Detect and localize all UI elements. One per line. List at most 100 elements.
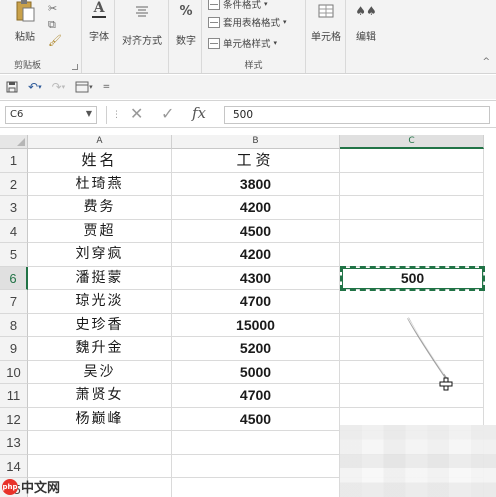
row-header[interactable]: 14 — [0, 454, 28, 478]
cell-a13[interactable] — [28, 431, 172, 455]
alignment-button[interactable]: 对齐方式 — [119, 0, 165, 47]
ribbon-group-font: A 字体 — [82, 0, 115, 73]
row-header[interactable]: 10 — [0, 360, 28, 384]
cell-styles-label: 单元格样式 — [223, 39, 271, 50]
cell-c7[interactable] — [340, 290, 484, 314]
table-format-icon — [208, 16, 220, 28]
editing-button[interactable]: ♠♠ 编辑 — [348, 0, 384, 43]
cell-a6[interactable]: 潘挺蒙 — [28, 266, 172, 290]
number-button[interactable]: % 数字 — [172, 0, 200, 48]
watermark-text: 中文网 — [21, 481, 61, 496]
cell-styles-button[interactable]: 单元格样式 ▾ — [208, 35, 277, 51]
column-header-c[interactable]: C — [340, 135, 484, 149]
row-header[interactable]: 7 — [0, 290, 28, 314]
cancel-icon[interactable]: ✕ — [130, 104, 143, 123]
row-header[interactable]: 13 — [0, 431, 28, 455]
name-box-value: C6 — [10, 109, 24, 120]
cell-c10[interactable] — [340, 360, 484, 384]
cell-c1[interactable] — [340, 149, 484, 173]
paste-icon — [14, 0, 36, 22]
cell-a8[interactable]: 史珍香 — [28, 313, 172, 337]
enter-icon[interactable]: ✓ — [161, 104, 174, 123]
cell-b1[interactable]: 工资 — [172, 149, 340, 173]
row-header[interactable]: 2 — [0, 172, 28, 196]
cell-c8[interactable] — [340, 313, 484, 337]
column-header-a[interactable]: A — [28, 135, 172, 149]
clipboard-launcher-icon[interactable] — [72, 64, 78, 70]
cell-c5[interactable] — [340, 243, 484, 267]
row-header[interactable]: 11 — [0, 384, 28, 408]
cell-c3[interactable] — [340, 196, 484, 220]
cell-c11[interactable] — [340, 384, 484, 408]
dots-icon: ⋮ — [112, 110, 121, 120]
ribbon-group-clipboard: 粘贴 ✂ ⧉ 🖌 剪贴板 — [0, 0, 82, 73]
font-button[interactable]: A 字体 — [85, 0, 113, 43]
cell-a10[interactable]: 吴沙 — [28, 360, 172, 384]
row-header[interactable]: 4 — [0, 219, 28, 243]
cell-a12[interactable]: 杨巅峰 — [28, 407, 172, 431]
cell-b4[interactable]: 4500 — [172, 219, 340, 243]
formula-input[interactable]: 500 — [224, 106, 490, 124]
cell-a3[interactable]: 费务 — [28, 196, 172, 220]
save-icon[interactable] — [6, 81, 18, 93]
formula-bar: C6 ▼ ⋮ ✕ ✓ fx 500 — [0, 100, 496, 128]
row-header[interactable]: 5 — [0, 243, 28, 267]
form-icon[interactable]: ▾ — [75, 81, 93, 93]
ribbon-group-cells: 单元格 — [306, 0, 346, 73]
cell-a2[interactable]: 杜琦燕 — [28, 172, 172, 196]
row-header[interactable]: 8 — [0, 313, 28, 337]
name-box[interactable]: C6 ▼ — [5, 106, 97, 124]
ribbon-group-editing: ♠♠ 编辑 — [346, 0, 386, 73]
cell-b6[interactable]: 4300 — [172, 266, 340, 290]
cell-a1[interactable]: 姓名 — [28, 149, 172, 173]
row-header[interactable]: 12 — [0, 407, 28, 431]
cut-icon[interactable]: ✂ — [48, 2, 57, 15]
conditional-format-button[interactable]: 条件格式 ▾ — [208, 0, 268, 12]
cell-a7[interactable]: 琼光淡 — [28, 290, 172, 314]
cell-b10[interactable]: 5000 — [172, 360, 340, 384]
cell-b14[interactable] — [172, 454, 340, 478]
chevron-down-icon: ▾ — [89, 83, 93, 91]
cell-a9[interactable]: 魏升金 — [28, 337, 172, 361]
cell-b7[interactable]: 4700 — [172, 290, 340, 314]
cell-a4[interactable]: 贾超 — [28, 219, 172, 243]
cell-a14[interactable] — [28, 454, 172, 478]
column-header-b[interactable]: B — [172, 135, 340, 149]
cell-b2[interactable]: 3800 — [172, 172, 340, 196]
redo-icon[interactable]: ↷ ▾ — [52, 80, 66, 94]
ribbon: 粘贴 ✂ ⧉ 🖌 剪贴板 A 字体 对齐方式 % 数字 条件格式 ▾ 套用表格格… — [0, 0, 496, 74]
chevron-down-icon[interactable]: ▼ — [86, 109, 92, 118]
row-header[interactable]: 6 — [0, 266, 28, 290]
cell-b8[interactable]: 15000 — [172, 313, 340, 337]
copy-icon[interactable]: ⧉ — [48, 18, 56, 32]
paste-button[interactable]: 粘贴 — [8, 0, 42, 43]
chevron-down-icon: ▾ — [283, 18, 287, 26]
cell-b11[interactable]: 4700 — [172, 384, 340, 408]
cell-c9[interactable] — [340, 337, 484, 361]
format-painter-icon[interactable]: 🖌 — [48, 34, 62, 47]
cell-a11[interactable]: 萧贤女 — [28, 384, 172, 408]
customize-qat-icon[interactable]: = — [103, 82, 111, 92]
cell-b3[interactable]: 4200 — [172, 196, 340, 220]
ribbon-collapse-icon[interactable]: ^ — [482, 57, 490, 67]
chevron-down-icon: ▾ — [264, 0, 268, 8]
cell-c4[interactable] — [340, 219, 484, 243]
formula-separator — [106, 106, 107, 124]
table-format-button[interactable]: 套用表格格式 ▾ — [208, 14, 287, 30]
cell-b12[interactable]: 4500 — [172, 407, 340, 431]
chevron-down-icon: ▾ — [38, 83, 42, 91]
cell-c2[interactable] — [340, 172, 484, 196]
cell-a5[interactable]: 刘穿疯 — [28, 243, 172, 267]
cell-b9[interactable]: 5200 — [172, 337, 340, 361]
cell-b5[interactable]: 4200 — [172, 243, 340, 267]
undo-icon[interactable]: ↶ ▾ — [28, 80, 42, 94]
row-header[interactable]: 3 — [0, 196, 28, 220]
cell-c6[interactable]: 500 — [342, 268, 483, 289]
insert-function-icon[interactable]: fx — [192, 104, 206, 122]
row-header[interactable]: 9 — [0, 337, 28, 361]
cell-b15[interactable] — [172, 478, 340, 497]
select-all-button[interactable] — [0, 135, 28, 149]
cell-b13[interactable] — [172, 431, 340, 455]
cells-button[interactable]: 单元格 — [308, 0, 344, 43]
row-header[interactable]: 1 — [0, 149, 28, 173]
